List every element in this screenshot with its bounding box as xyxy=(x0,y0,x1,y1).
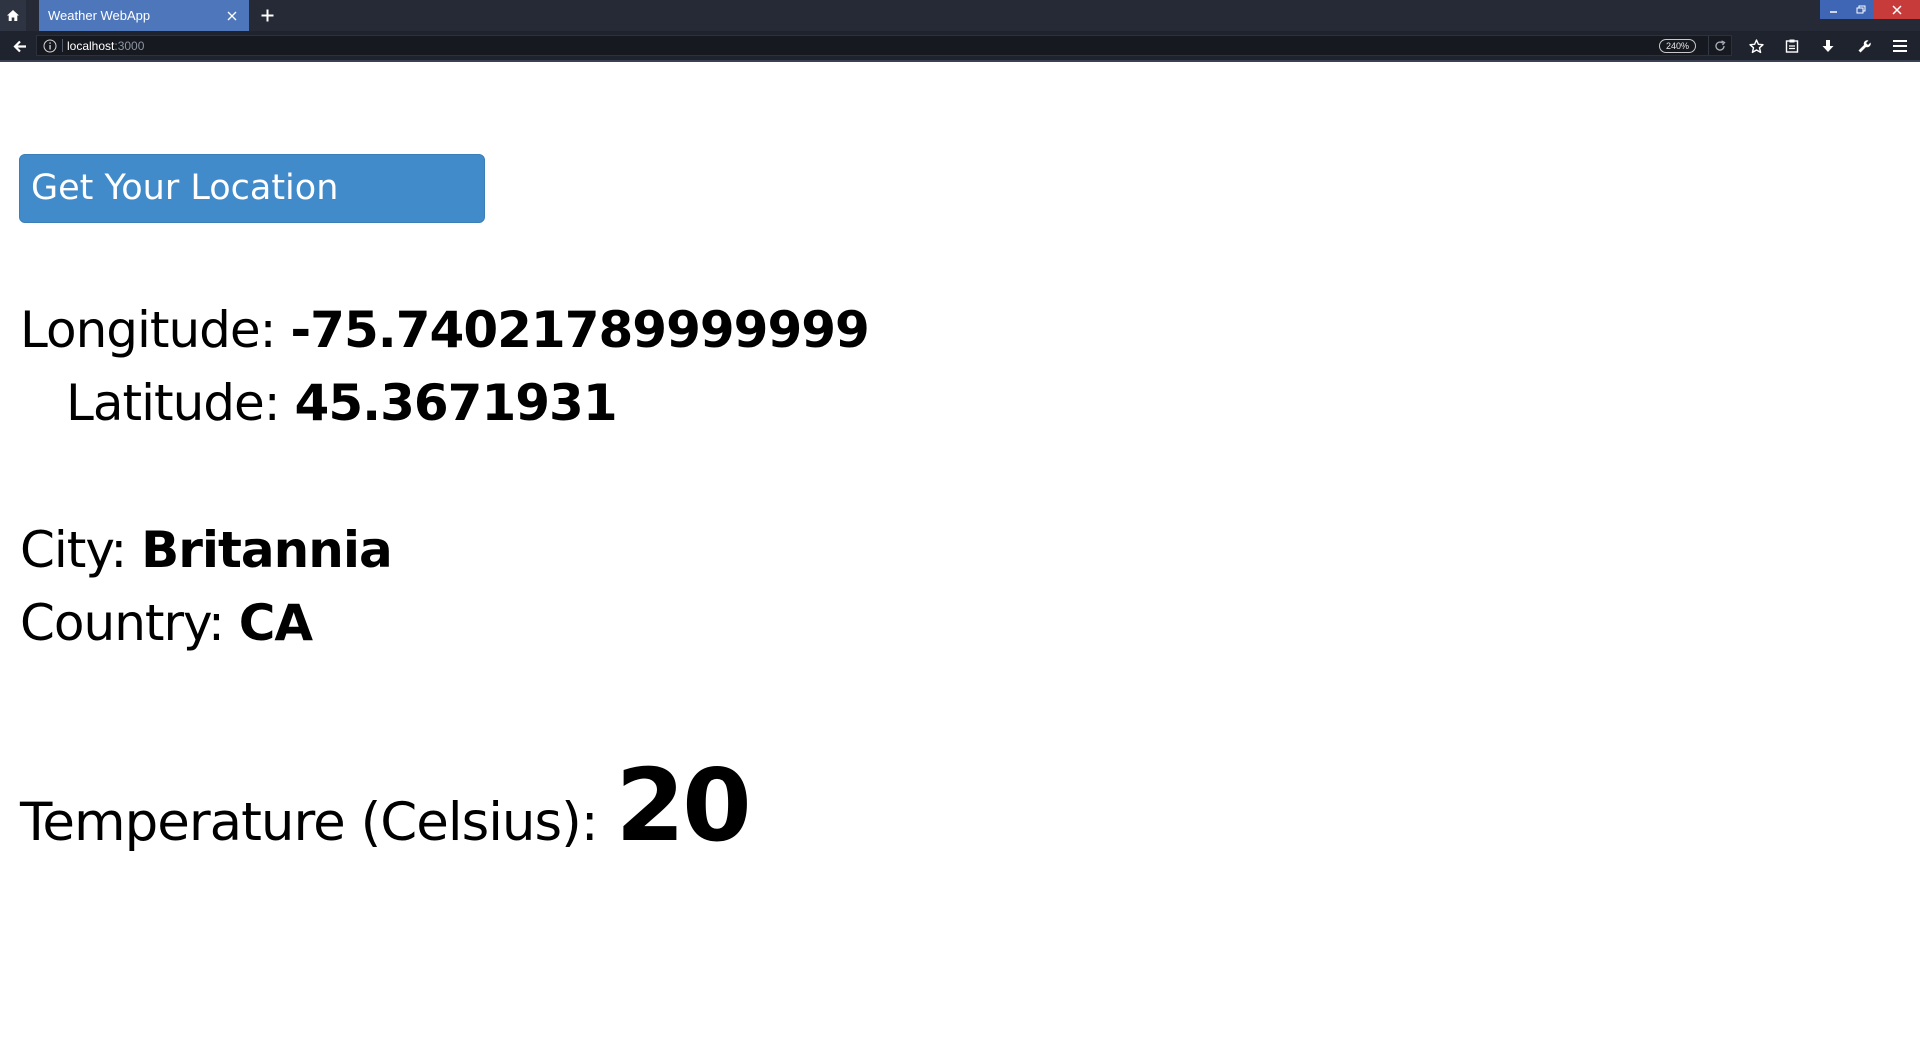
toolbar-buttons xyxy=(1738,34,1918,58)
menu-icon xyxy=(1893,40,1907,52)
menu-button[interactable] xyxy=(1882,34,1918,58)
latitude-row: Latitude: 45.3671931 xyxy=(66,374,618,432)
address-bar[interactable]: localhost:3000 240% xyxy=(36,35,1732,56)
window-close-icon xyxy=(1892,4,1902,15)
tab-weather-webapp[interactable]: Weather WebApp xyxy=(39,0,249,31)
country-label: Country: xyxy=(20,594,239,652)
back-arrow-icon xyxy=(13,40,26,52)
temperature-label: Temperature (Celsius): xyxy=(20,792,614,853)
city-label: City: xyxy=(20,521,142,579)
tab-close-button[interactable] xyxy=(221,5,243,27)
latitude-value: 45.3671931 xyxy=(294,374,618,432)
star-icon xyxy=(1748,38,1764,53)
reader-button[interactable] xyxy=(1774,34,1810,58)
window-close-button[interactable] xyxy=(1874,0,1920,19)
url-separator xyxy=(62,39,63,52)
plus-icon xyxy=(261,9,273,22)
bookmark-button[interactable] xyxy=(1738,34,1774,58)
info-icon[interactable] xyxy=(40,36,60,55)
navigation-bar: localhost:3000 240% xyxy=(0,31,1920,62)
latitude-label: Latitude: xyxy=(66,374,295,432)
url-port: :3000 xyxy=(114,38,145,53)
page-content: Get Your Location Weather! Longitude: -7… xyxy=(0,62,1920,1039)
back-button[interactable] xyxy=(8,35,32,57)
reload-button[interactable] xyxy=(1708,36,1731,55)
minimize-icon xyxy=(1830,11,1837,13)
close-icon xyxy=(227,11,237,20)
url-text[interactable]: localhost:3000 xyxy=(67,39,1659,53)
temperature-value: 20 xyxy=(615,747,752,864)
minimize-button[interactable] xyxy=(1820,0,1847,19)
city-value: Britannia xyxy=(141,521,393,579)
downloads-button[interactable] xyxy=(1810,34,1846,58)
get-location-weather-button[interactable]: Get Your Location Weather! xyxy=(19,154,485,274)
home-icon xyxy=(7,10,19,21)
download-icon xyxy=(1822,39,1834,52)
restore-icon xyxy=(1856,5,1865,14)
window-controls xyxy=(1820,0,1920,19)
reload-icon xyxy=(1715,39,1726,51)
restore-button[interactable] xyxy=(1847,0,1874,19)
country-value: CA xyxy=(238,594,313,652)
new-tab-button[interactable] xyxy=(255,0,279,31)
home-button[interactable] xyxy=(0,0,26,31)
wrench-icon xyxy=(1858,39,1871,52)
longitude-label: Longitude: xyxy=(20,301,291,359)
tools-button[interactable] xyxy=(1846,34,1882,58)
temperature-row: Temperature (Celsius): 20 xyxy=(20,747,752,864)
country-row: Country: CA xyxy=(20,594,313,652)
reader-icon xyxy=(1785,39,1799,53)
url-host: localhost xyxy=(67,38,115,53)
longitude-row: Longitude: -75.74021789999999 xyxy=(20,301,870,359)
city-row: City: Britannia xyxy=(20,521,393,579)
zoom-level-badge[interactable]: 240% xyxy=(1658,38,1696,53)
longitude-value: -75.74021789999999 xyxy=(290,301,869,359)
tab-title: Weather WebApp xyxy=(48,8,151,23)
tab-bar: Weather WebApp xyxy=(0,0,1920,31)
